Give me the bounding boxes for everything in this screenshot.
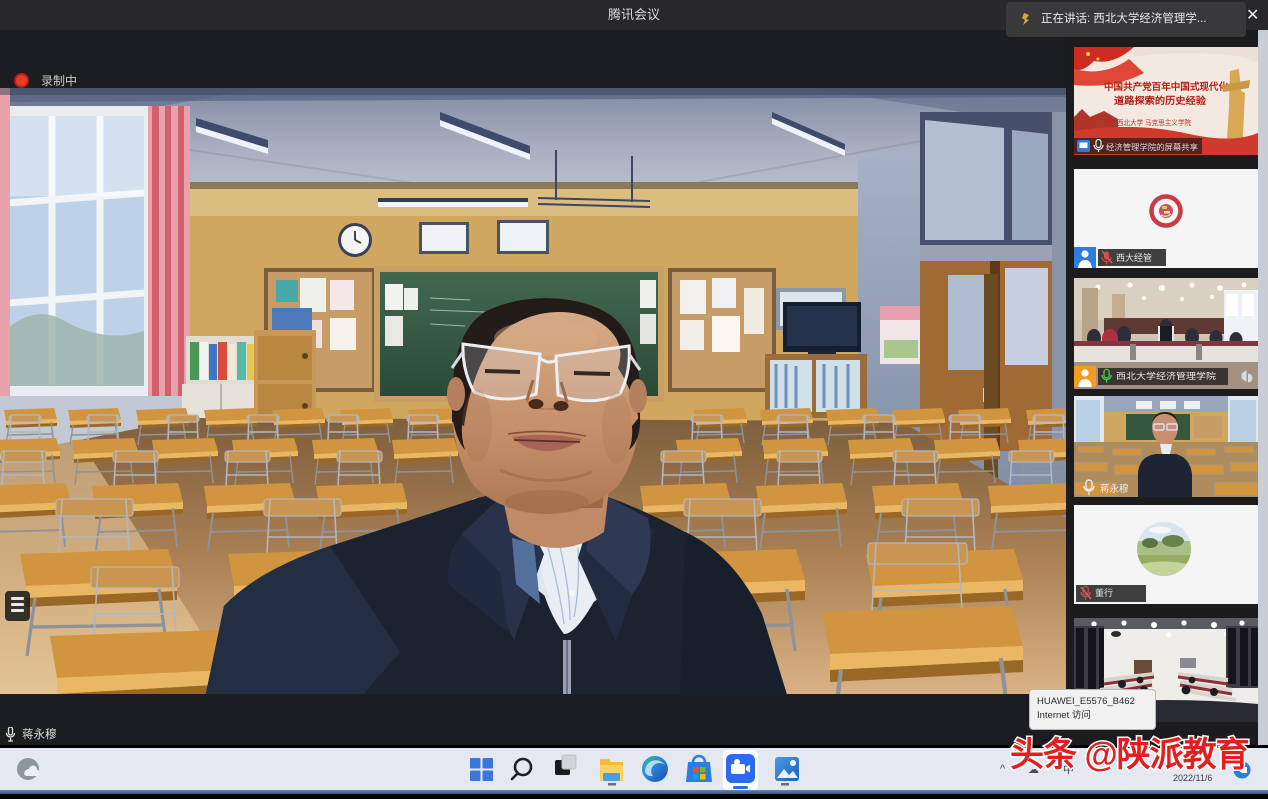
- svg-text:西大经管: 西大经管: [1116, 252, 1152, 263]
- svg-text:中国共产党百年中国式现代化: 中国共产党百年中国式现代化: [1104, 81, 1228, 93]
- svg-text:董行: 董行: [1095, 587, 1113, 598]
- svg-text:道路探索的历史经验: 道路探索的历史经验: [1114, 95, 1207, 107]
- svg-text:头条 @陕派教育: 头条 @陕派教育: [1010, 736, 1249, 774]
- svg-text:西北大学 马克思主义学院: 西北大学 马克思主义学院: [1117, 118, 1191, 127]
- svg-text:西北大学经济管理学院: 西北大学经济管理学院: [1116, 371, 1217, 381]
- svg-text:蒋永穆: 蒋永穆: [1100, 483, 1129, 495]
- svg-text:经济管理学院的屏幕共享: 经济管理学院的屏幕共享: [1106, 142, 1198, 152]
